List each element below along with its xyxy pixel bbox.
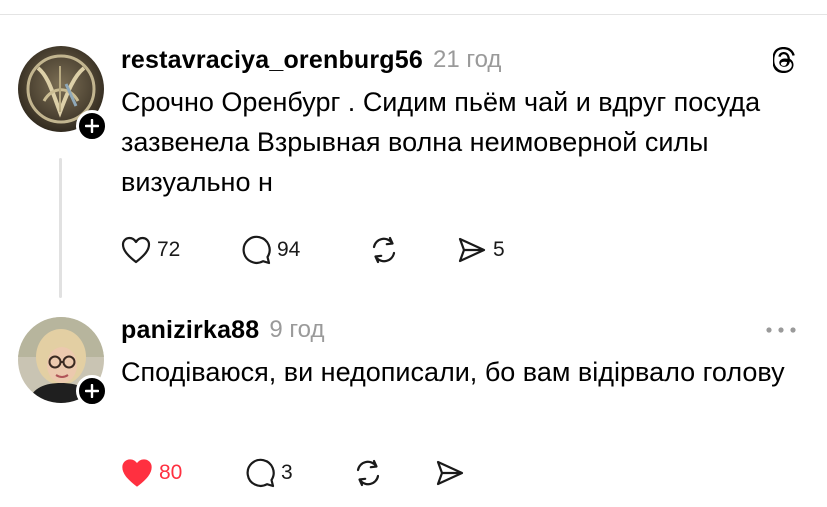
comment-count: 94: [277, 238, 301, 261]
threads-logo-icon[interactable]: [773, 43, 797, 77]
post-actions: 72 94 5: [121, 235, 505, 265]
post-text: Сподіваюся, ви недописали, бо вам відірв…: [121, 357, 785, 387]
more-options-icon[interactable]: [765, 313, 797, 347]
post-text: Срочно Оренбург . Сидим пьём чай и вдруг…: [121, 87, 761, 197]
share-count: 5: [493, 238, 505, 261]
comment-bubble-icon: [242, 235, 271, 265]
like-count: 80: [159, 461, 183, 484]
heart-icon: [121, 236, 151, 264]
repost-button[interactable]: [369, 236, 457, 264]
follow-plus-button[interactable]: [76, 375, 108, 407]
post-username[interactable]: restavraciya_orenburg56: [121, 46, 423, 75]
post-timestamp: 9 год: [269, 316, 325, 343]
repost-icon: [372, 236, 396, 264]
comment-button[interactable]: 94: [241, 235, 369, 265]
post-restavraciya: restavraciya_orenburg56 21 год Срочно Ор…: [121, 43, 797, 202]
post-timestamp: 21 год: [433, 46, 502, 73]
comment-button[interactable]: 3: [245, 458, 353, 488]
like-button[interactable]: 80: [121, 458, 245, 488]
heart-filled-icon: [122, 459, 152, 487]
repost-button[interactable]: [353, 459, 435, 487]
share-button[interactable]: [435, 459, 465, 487]
share-button[interactable]: 5: [457, 236, 505, 264]
comment-count: 3: [281, 461, 293, 484]
share-send-icon: [458, 237, 486, 263]
plus-icon: [85, 119, 99, 133]
thread-connector-line: [59, 158, 62, 298]
post-panizirka88: panizirka88 9 год Сподіваюся, ви недопис…: [121, 313, 797, 392]
share-send-icon: [436, 460, 464, 486]
post-username[interactable]: panizirka88: [121, 316, 259, 345]
like-count: 72: [157, 238, 181, 261]
repost-icon: [356, 459, 380, 487]
like-button[interactable]: 72: [121, 236, 241, 264]
post-actions: 80 3: [121, 458, 465, 488]
follow-plus-button[interactable]: [76, 110, 108, 142]
comment-bubble-icon: [246, 458, 275, 488]
plus-icon: [85, 384, 99, 398]
top-divider: [0, 14, 827, 15]
